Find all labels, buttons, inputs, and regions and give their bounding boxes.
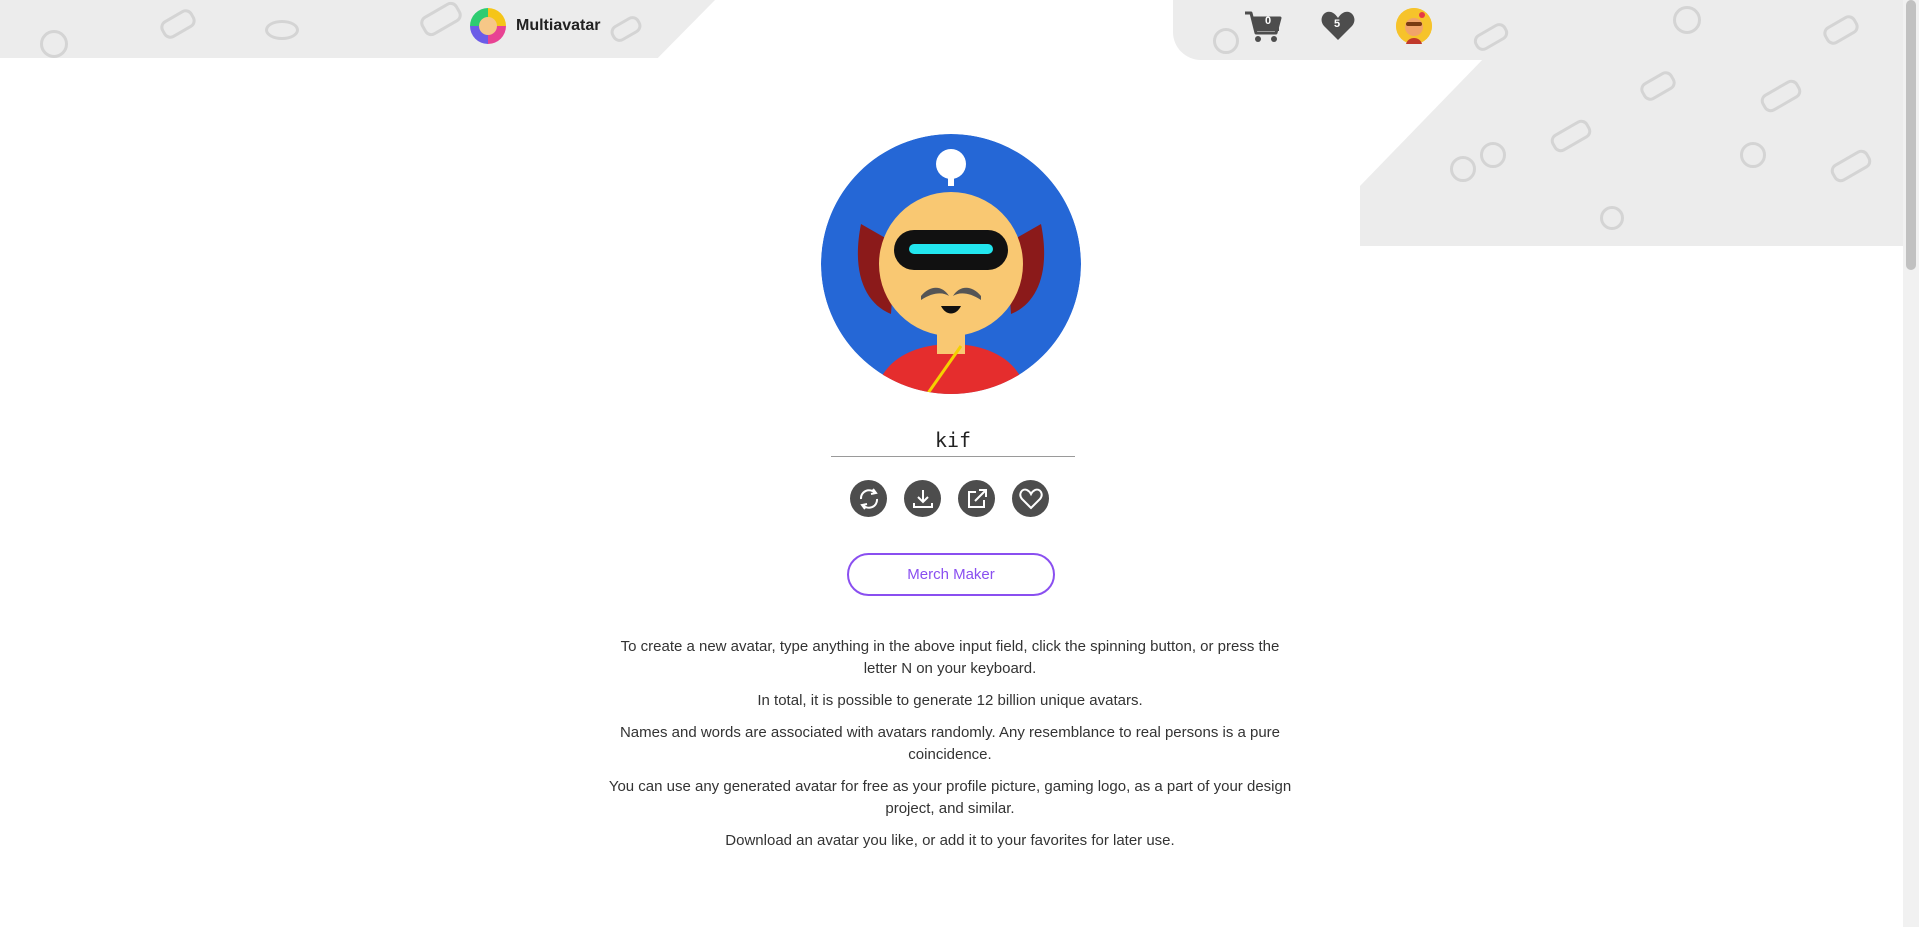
external-link-icon (967, 488, 987, 508)
brand-link[interactable]: Multiavatar (470, 6, 600, 46)
merch-maker-button[interactable]: Merch Maker (847, 553, 1055, 596)
add-favorite-button[interactable] (1012, 480, 1049, 517)
download-icon (912, 489, 933, 508)
refresh-icon (859, 487, 878, 510)
heart-outline-icon (1018, 488, 1043, 509)
generate-random-button[interactable] (850, 480, 887, 517)
info-paragraph: In total, it is possible to generate 12 … (757, 692, 1143, 709)
doodle-icon (1740, 142, 1766, 168)
doodle-icon (157, 6, 199, 42)
doodle-icon (1757, 76, 1805, 116)
header-background-right (1173, 0, 1919, 60)
brand-name: Multiavatar (516, 17, 601, 34)
info-text: To create a new avatar, type anything in… (605, 636, 1295, 862)
cart-icon (1245, 11, 1282, 42)
avatar-actions (850, 480, 1049, 517)
doodle-icon (1600, 206, 1624, 230)
header-background-left (0, 0, 715, 58)
favorites-button[interactable]: 5 (1318, 8, 1358, 44)
user-avatar[interactable] (1396, 8, 1432, 44)
info-paragraph: Names and words are associated with avat… (619, 724, 1281, 763)
doodle-icon (1637, 68, 1679, 104)
doodle-icon (1470, 20, 1512, 54)
doodle-icon (1827, 146, 1875, 186)
scrollbar[interactable] (1903, 0, 1919, 927)
avatar-face-icon (1396, 8, 1432, 44)
doodle-icon (1480, 142, 1506, 168)
doodle-icon (1820, 12, 1862, 48)
scrollbar-thumb[interactable] (1906, 0, 1916, 270)
info-paragraph: To create a new avatar, type anything in… (620, 638, 1280, 677)
info-paragraph: Download an avatar you like, or add it t… (725, 832, 1175, 849)
doodle-icon (1213, 28, 1239, 54)
doodle-icon (417, 0, 465, 40)
cart-count: 0 (1265, 15, 1272, 27)
background-pattern (1360, 56, 1919, 246)
info-paragraph: You can use any generated avatar for fre… (608, 778, 1292, 817)
avatar-image (821, 134, 1081, 394)
doodle-icon (1673, 6, 1701, 34)
doodle-icon (607, 13, 645, 45)
download-button[interactable] (904, 480, 941, 517)
favorites-count: 5 (1334, 18, 1341, 30)
doodle-icon (1450, 156, 1476, 182)
doodle-icon (265, 20, 299, 40)
doodle-icon (1547, 116, 1595, 156)
avatar-illustration (821, 134, 1081, 394)
share-button[interactable] (958, 480, 995, 517)
brand-logo (470, 8, 506, 44)
avatar-name-input[interactable] (831, 424, 1075, 457)
cart-button[interactable]: 0 (1242, 8, 1284, 44)
doodle-icon (40, 30, 68, 58)
